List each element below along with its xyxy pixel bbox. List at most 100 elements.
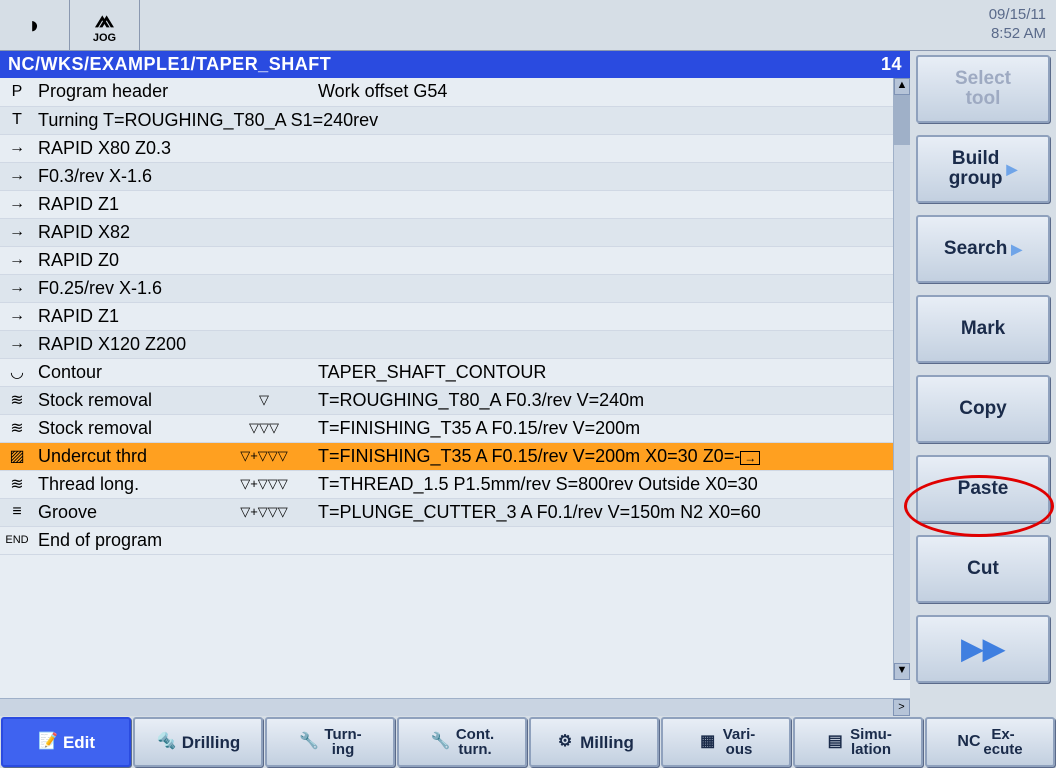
program-path: NC/WKS/EXAMPLE1/TAPER_SHAFT xyxy=(8,54,331,75)
program-row[interactable]: ≋Stock removal▽▽▽T=FINISHING_T35 A F0.15… xyxy=(0,414,910,442)
program-row[interactable]: ≋Stock removal▽T=ROUGHING_T80_A F0.3/rev… xyxy=(0,386,910,414)
row-name: End of program xyxy=(34,526,910,554)
program-row[interactable]: ◡Contour TAPER_SHAFT_CONTOUR xyxy=(0,358,910,386)
row-icon: → xyxy=(0,190,34,218)
row-symbol xyxy=(214,78,314,106)
row-symbol: ▽+▽▽▽ xyxy=(214,442,314,470)
mark-button[interactable]: Mark xyxy=(916,295,1050,363)
build-group-button[interactable]: Buildgroup xyxy=(916,135,1050,203)
vertical-scrollbar[interactable]: ▲ ▼ xyxy=(893,78,910,680)
execute-icon: NC xyxy=(957,734,979,750)
row-name: Stock removal xyxy=(34,414,214,442)
row-icon: → xyxy=(0,246,34,274)
various-icon: ▦ xyxy=(697,734,719,750)
date: 09/15/11 xyxy=(989,6,1046,25)
program-row[interactable]: TTurning T=ROUGHING_T80_A S1=240rev xyxy=(0,106,910,134)
row-icon: ◡ xyxy=(0,358,34,386)
row-name: F0.25/rev X-1.6 xyxy=(34,274,910,302)
row-name: Contour xyxy=(34,358,214,386)
row-continue-icon: → xyxy=(740,451,760,465)
machine-icon[interactable]: ◗ xyxy=(0,0,70,51)
row-icon: → xyxy=(0,330,34,358)
row-icon: T xyxy=(0,106,34,134)
row-icon: → xyxy=(0,302,34,330)
turning-tab[interactable]: 🔧Turn-ing xyxy=(265,717,395,767)
row-name: Thread long. xyxy=(34,470,214,498)
cont-turn-tab[interactable]: 🔧Cont.turn. xyxy=(397,717,527,767)
program-row[interactable]: →F0.25/rev X-1.6 xyxy=(0,274,910,302)
row-symbol: ▽▽▽ xyxy=(214,414,314,442)
row-text: T=ROUGHING_T80_A F0.3/rev V=240m xyxy=(314,386,910,414)
paste-button[interactable]: Paste xyxy=(916,455,1050,523)
program-row[interactable]: →F0.3/rev X-1.6 xyxy=(0,162,910,190)
edit-icon: 📝 xyxy=(37,734,59,750)
program-row[interactable]: →RAPID X120 Z200 xyxy=(0,330,910,358)
horizontal-scrollbar[interactable]: > xyxy=(0,698,910,716)
row-text: TAPER_SHAFT_CONTOUR xyxy=(314,358,910,386)
row-name: Program header xyxy=(34,78,214,106)
program-path-bar: NC/WKS/EXAMPLE1/TAPER_SHAFT 14 xyxy=(0,51,910,78)
datetime: 09/15/11 8:52 AM xyxy=(989,0,1056,50)
row-icon: ≋ xyxy=(0,386,34,414)
scroll-down-button[interactable]: ▼ xyxy=(894,663,910,680)
simulation-tab[interactable]: ▤Simu-lation xyxy=(793,717,923,767)
time: 8:52 AM xyxy=(989,25,1046,44)
more-button[interactable]: ▶▶ xyxy=(916,615,1050,683)
row-text: Work offset G54 xyxy=(314,78,910,106)
program-row[interactable]: ≡Groove▽+▽▽▽T=PLUNGE_CUTTER_3 A F0.1/rev… xyxy=(0,498,910,526)
select-tool-button: Selecttool xyxy=(916,55,1050,123)
program-row[interactable]: ▨Undercut thrd▽+▽▽▽T=FINISHING_T35 A F0.… xyxy=(0,442,910,470)
row-name: Stock removal xyxy=(34,386,214,414)
scroll-up-button[interactable]: ▲ xyxy=(894,78,910,95)
row-name: RAPID X82 xyxy=(34,218,910,246)
program-row[interactable]: →RAPID X80 Z0.3 xyxy=(0,134,910,162)
row-symbol: ▽+▽▽▽ xyxy=(214,470,314,498)
row-name: RAPID Z1 xyxy=(34,190,910,218)
row-icon: → xyxy=(0,134,34,162)
drilling-tab[interactable]: 🔩Drilling xyxy=(133,717,263,767)
edit-tab[interactable]: 📝Edit xyxy=(1,717,131,767)
program-editor[interactable]: PProgram headerWork offset G54TTurning T… xyxy=(0,78,910,698)
program-row[interactable]: ≋Thread long.▽+▽▽▽T=THREAD_1.5 P1.5mm/re… xyxy=(0,470,910,498)
row-name: Turning T=ROUGHING_T80_A S1=240rev xyxy=(34,106,910,134)
various-tab[interactable]: ▦Vari-ous xyxy=(661,717,791,767)
scroll-thumb[interactable] xyxy=(894,95,910,145)
execute-tab[interactable]: NCEx-ecute xyxy=(925,717,1055,767)
scroll-right-button[interactable]: > xyxy=(893,699,910,716)
search-button[interactable]: Search xyxy=(916,215,1050,283)
row-text: T=THREAD_1.5 P1.5mm/rev S=800rev Outside… xyxy=(314,470,910,498)
jog-mode[interactable]: ⩕ JOG xyxy=(70,0,140,51)
row-symbol: ▽ xyxy=(214,386,314,414)
simulation-icon: ▤ xyxy=(824,734,846,750)
jog-label: JOG xyxy=(93,32,116,44)
program-row[interactable]: →RAPID Z1 xyxy=(0,190,910,218)
row-icon: ▨ xyxy=(0,442,34,470)
row-icon: → xyxy=(0,162,34,190)
milling-icon: ⚙ xyxy=(554,734,576,750)
row-icon: ≋ xyxy=(0,414,34,442)
row-icon: → xyxy=(0,274,34,302)
row-text: T=FINISHING_T35 A F0.15/rev V=200m xyxy=(314,414,910,442)
cut-button[interactable]: Cut xyxy=(916,535,1050,603)
row-symbol: ▽+▽▽▽ xyxy=(214,498,314,526)
turning-icon: 🔧 xyxy=(298,734,320,750)
program-row[interactable]: →RAPID X82 xyxy=(0,218,910,246)
row-icon: P xyxy=(0,78,34,106)
row-name: RAPID Z0 xyxy=(34,246,910,274)
row-symbol xyxy=(214,358,314,386)
program-row[interactable]: →RAPID Z1 xyxy=(0,302,910,330)
drilling-icon: 🔩 xyxy=(156,734,178,750)
row-icon: ≡ xyxy=(0,498,34,526)
cont-turn-icon: 🔧 xyxy=(430,734,452,750)
row-name: RAPID Z1 xyxy=(34,302,910,330)
row-name: Groove xyxy=(34,498,214,526)
row-text: T=FINISHING_T35 A F0.15/rev V=200m X0=30… xyxy=(314,442,910,470)
copy-button[interactable]: Copy xyxy=(916,375,1050,443)
row-name: F0.3/rev X-1.6 xyxy=(34,162,910,190)
program-row[interactable]: →RAPID Z0 xyxy=(0,246,910,274)
program-row[interactable]: PProgram header Work offset G54 xyxy=(0,78,910,106)
milling-tab[interactable]: ⚙Milling xyxy=(529,717,659,767)
line-number: 14 xyxy=(881,54,902,75)
program-row[interactable]: ENDEnd of program xyxy=(0,526,910,554)
row-name: Undercut thrd xyxy=(34,442,214,470)
